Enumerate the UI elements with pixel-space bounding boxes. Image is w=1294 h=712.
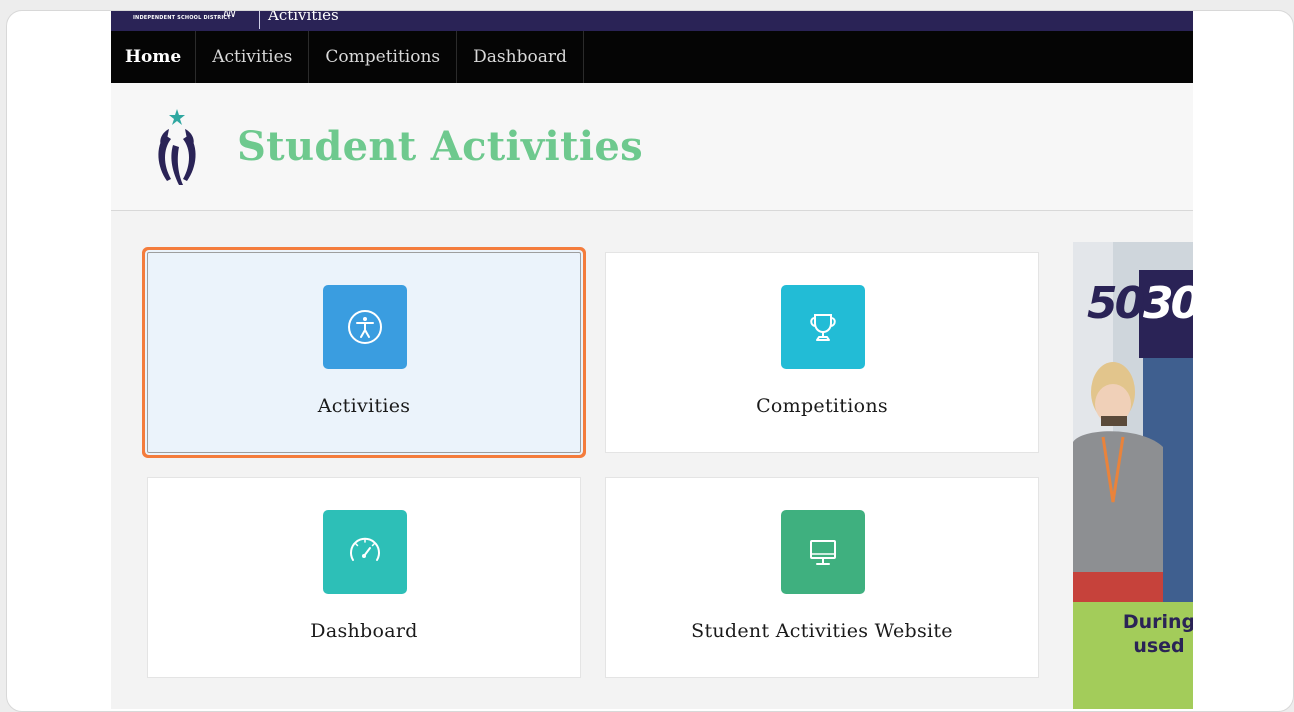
tile-label: Competitions [756, 395, 888, 417]
promo-logo-part-b: 30 [1143, 278, 1193, 329]
promo-text: During used [1122, 611, 1193, 657]
app-viewport: INDEPENDENT SCHOOL DISTRICT ꟿ Activities… [111, 10, 1193, 709]
divider [259, 11, 260, 29]
tile-icon-box [781, 510, 865, 594]
accessibility-icon [348, 310, 382, 344]
page-title: Student Activities [237, 123, 643, 170]
page-header: Student Activities [111, 83, 1193, 211]
tile-activities[interactable]: Activities [147, 252, 581, 453]
district-logo-mark: ꟿ [223, 10, 237, 20]
tile-competitions[interactable]: Competitions [605, 252, 1039, 453]
district-bar: INDEPENDENT SCHOOL DISTRICT ꟿ Activities [111, 10, 1193, 31]
promo-logo-part-a: 50 [1087, 278, 1145, 329]
tile-dashboard[interactable]: Dashboard [147, 477, 581, 678]
district-name: INDEPENDENT SCHOOL DISTRICT [133, 15, 231, 21]
main-nav: Home Activities Competitions Dashboard [111, 31, 1193, 83]
tile-icon-box [781, 285, 865, 369]
speedometer-icon [350, 537, 380, 561]
trophy-icon [810, 314, 836, 341]
tile-student-activities-website[interactable]: Student Activities Website [605, 477, 1039, 678]
browser-frame: INDEPENDENT SCHOOL DISTRICT ꟿ Activities… [6, 10, 1294, 712]
tile-icon-box [323, 285, 407, 369]
promo-banner[interactable]: 50 30 During used [1073, 242, 1193, 709]
nav-item-dashboard[interactable]: Dashboard [457, 31, 584, 83]
tile-icon-box [323, 510, 407, 594]
nav-item-activities[interactable]: Activities [196, 31, 310, 83]
tile-label: Student Activities Website [691, 620, 953, 642]
district-app-name: Activities [268, 10, 339, 24]
nav-item-competitions[interactable]: Competitions [309, 31, 458, 83]
nav-item-home[interactable]: Home [111, 31, 197, 83]
tile-label: Dashboard [310, 620, 418, 642]
promo-text-band: During used [1073, 602, 1193, 709]
student-activities-logo-icon [158, 109, 196, 185]
monitor-icon [810, 540, 836, 565]
tile-label: Activities [317, 395, 411, 417]
